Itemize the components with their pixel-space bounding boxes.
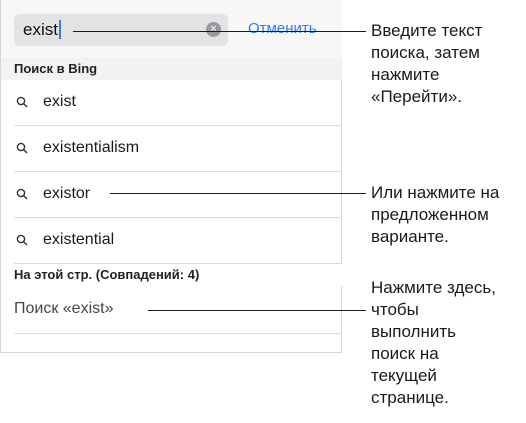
divider bbox=[14, 301, 342, 334]
suggestion-row[interactable]: existential bbox=[14, 218, 342, 264]
search-icon bbox=[16, 96, 28, 108]
search-panel: exist × Отменить Поиск в Bing exist exis… bbox=[0, 0, 342, 353]
section-header-bing: Поиск в Bing bbox=[1, 58, 342, 80]
suggestion-label: existential bbox=[43, 231, 115, 248]
section-header-on-page: На этой стр. (Совпадений: 4) bbox=[1, 264, 342, 286]
callout-search-text: Введите текст поиска, затем нажмите «Пер… bbox=[371, 21, 483, 106]
suggestion-label: existentialism bbox=[43, 139, 140, 156]
suggestion-row[interactable]: existor bbox=[14, 172, 342, 218]
search-query-value: exist bbox=[23, 20, 58, 39]
search-icon bbox=[16, 188, 28, 200]
search-input[interactable]: exist × bbox=[14, 14, 228, 46]
callout-suggestion: Или нажмите на предложенном варианте. bbox=[371, 183, 500, 246]
search-bar: exist × Отменить bbox=[1, 0, 342, 58]
callout-find-on-page: Нажмите здесь, чтобы выполнить поиск на … bbox=[371, 278, 496, 407]
search-query-text: exist bbox=[23, 20, 61, 40]
cancel-button[interactable]: Отменить bbox=[248, 20, 317, 37]
search-icon bbox=[16, 234, 28, 246]
clear-icon[interactable]: × bbox=[206, 22, 221, 37]
suggestion-row[interactable]: existentialism bbox=[14, 126, 342, 172]
suggestion-row[interactable]: exist bbox=[14, 80, 342, 126]
suggestion-label: exist bbox=[43, 93, 76, 110]
illustration: exist × Отменить Поиск в Bing exist exis… bbox=[0, 0, 526, 423]
text-caret bbox=[58, 20, 61, 39]
leader-line-suggestion bbox=[110, 193, 366, 194]
search-icon bbox=[16, 142, 28, 154]
leader-line-search bbox=[73, 31, 366, 32]
suggestion-label: existor bbox=[43, 185, 91, 202]
leader-line-find bbox=[148, 310, 366, 311]
